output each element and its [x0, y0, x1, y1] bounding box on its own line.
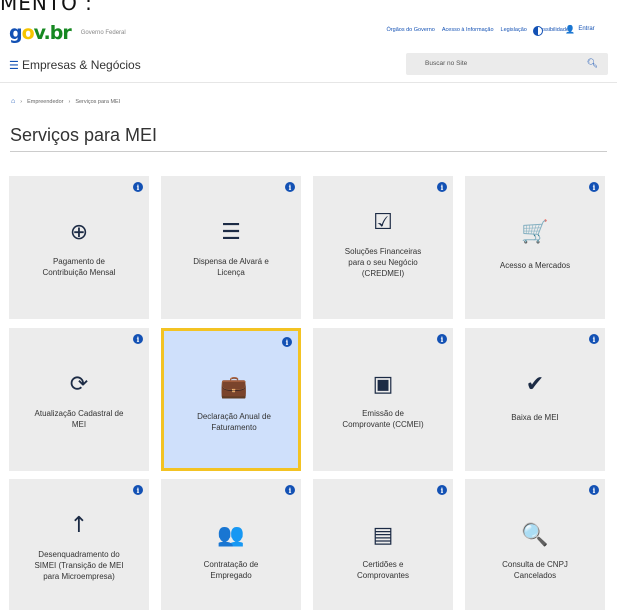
- service-card-label-line: Licença: [217, 268, 245, 277]
- service-card-label-line: Declaração Anual de: [197, 412, 271, 421]
- service-card-label-line: Emissão de: [362, 409, 404, 418]
- menu-icon[interactable]: ☰: [9, 59, 19, 72]
- top-link-legislacao[interactable]: Legislação: [501, 27, 527, 33]
- info-icon[interactable]: i: [133, 334, 143, 344]
- cart-icon: 🛒: [521, 220, 549, 245]
- service-card[interactable]: i ☑ Soluções Financeiras para o seu Negócio…: [313, 176, 453, 319]
- users-icon: 👥: [217, 523, 245, 548]
- service-card-label-line: SIMEI (Transição de MEI: [34, 561, 124, 570]
- title-divider: [10, 151, 607, 152]
- presentation-icon: ▣: [372, 372, 394, 397]
- info-icon[interactable]: i: [437, 334, 447, 344]
- service-card-label-line: Comprovante (CCMEI): [342, 420, 424, 429]
- logo-subtitle: Governo Federal: [80, 30, 126, 36]
- checkbox-icon: ☑: [373, 210, 393, 235]
- info-icon[interactable]: i: [589, 485, 599, 495]
- service-card-label-line: Acesso a Mercados: [499, 261, 571, 270]
- service-card-label-line: Contribuição Mensal: [42, 268, 116, 277]
- cut-off-heading: MENTO :: [0, 0, 93, 15]
- service-card-label: Consulta de CNPJ Cancelados: [470, 559, 600, 581]
- service-card-label-line: Consulta de CNPJ: [502, 560, 568, 569]
- service-card-label-line: Atualização Cadastral de: [34, 409, 124, 418]
- breadcrumb-current: Serviços para MEI: [75, 98, 121, 105]
- service-card[interactable]: i 💼 Declaração Anual de Faturamento: [161, 328, 301, 471]
- service-card-label-line: Desenquadramento do: [38, 550, 120, 559]
- info-icon[interactable]: i: [589, 182, 599, 192]
- double-check-icon: ✔: [525, 372, 545, 397]
- breadcrumb-item[interactable]: Empreendedor: [27, 99, 63, 105]
- service-card-label-line: Comprovantes: [356, 571, 410, 580]
- service-card[interactable]: i 🛒 Acesso a Mercados: [465, 176, 605, 319]
- info-icon[interactable]: i: [282, 337, 292, 347]
- service-card-label: Acesso a Mercados: [470, 260, 600, 271]
- service-card-label-line: Baixa de MEI: [511, 413, 559, 422]
- info-icon[interactable]: i: [285, 485, 295, 495]
- service-card-label-line: Faturamento: [211, 423, 257, 432]
- service-card-label-line: (CREDMEI): [361, 269, 405, 278]
- login-button[interactable]: 👤 Entrar: [556, 21, 604, 37]
- service-card[interactable]: i 👥 Contratação de Empregado: [161, 479, 301, 610]
- sync-icon: ⟳: [69, 372, 89, 397]
- service-card-label: Desenquadramento do SIMEI (Transição de M…: [14, 549, 144, 582]
- service-card-label-line: Dispensa de Alvará e: [193, 257, 269, 266]
- site-header: ☰ Empresas & Negócios Buscar no Site 🔍︎: [0, 48, 617, 83]
- info-icon[interactable]: i: [437, 485, 447, 495]
- search-icon: 🔍: [521, 523, 549, 548]
- info-icon[interactable]: i: [285, 182, 295, 192]
- service-card-label-line: Empregado: [210, 571, 252, 580]
- info-icon[interactable]: i: [133, 485, 143, 495]
- service-card-label: Dispensa de Alvará e Licença: [166, 256, 296, 278]
- breadcrumb: ⌂ › Empreendedor › Serviços para MEI: [11, 98, 121, 105]
- service-card-label-line: Contratação de: [203, 560, 259, 569]
- login-label: Entrar: [578, 26, 595, 32]
- search-placeholder: Buscar no Site: [425, 60, 468, 67]
- service-card-label-line: Pagamento de: [52, 257, 106, 266]
- dollar-search-icon: ⊕: [69, 220, 89, 245]
- arrow-up-icon: ↑: [69, 513, 89, 538]
- service-card[interactable]: i ☰ Dispensa de Alvará e Licença: [161, 176, 301, 319]
- service-card-label: Atualização Cadastral de MEI: [14, 408, 144, 430]
- service-card[interactable]: i ✔ Baixa de MEI: [465, 328, 605, 471]
- search-icon[interactable]: 🔍︎: [587, 58, 598, 69]
- top-link-orgaos[interactable]: Órgãos do Governo: [387, 27, 435, 33]
- home-icon[interactable]: ⌂: [11, 98, 15, 105]
- service-card-label: Certidões e Comprovantes: [318, 559, 448, 581]
- gov-header: gov.br Governo Federal Órgãos do Governo…: [0, 18, 617, 48]
- receipt-icon: ▤: [372, 523, 394, 548]
- service-card[interactable]: i ▤ Certidões e Comprovantes: [313, 479, 453, 610]
- govbr-logo[interactable]: gov.br: [9, 22, 72, 44]
- contrast-icon[interactable]: [533, 26, 543, 36]
- service-card[interactable]: i ↑ Desenquadramento do SIMEI (Transição de…: [9, 479, 149, 610]
- checklist-icon: ☰: [221, 220, 241, 245]
- service-card[interactable]: i 🔍 Consulta de CNPJ Cancelados: [465, 479, 605, 610]
- service-card-label: Declaração Anual de Faturamento: [169, 411, 299, 433]
- user-icon: 👤: [565, 24, 576, 34]
- service-card[interactable]: i ⟳ Atualização Cadastral de MEI: [9, 328, 149, 471]
- service-card-label-line: MEI: [71, 420, 87, 429]
- service-card[interactable]: i ⊕ Pagamento de Contribuição Mensal: [9, 176, 149, 319]
- service-card-label: Emissão de Comprovante (CCMEI): [318, 408, 448, 430]
- top-link-acesso-informacao[interactable]: Acesso à Informação: [442, 27, 494, 33]
- site-name[interactable]: Empresas & Negócios: [22, 58, 141, 72]
- briefcase-clock-icon: 💼: [220, 375, 248, 400]
- service-card-label-line: Cancelados: [513, 571, 557, 580]
- service-card-label-line: para Microempresa): [43, 572, 115, 581]
- service-card-label: Soluções Financeiras para o seu Negócio (C…: [318, 246, 448, 279]
- info-icon[interactable]: i: [133, 182, 143, 192]
- service-card-label: Pagamento de Contribuição Mensal: [14, 256, 144, 278]
- info-icon[interactable]: i: [437, 182, 447, 192]
- service-card-label-line: para o seu Negócio: [348, 258, 418, 267]
- service-card-label: Contratação de Empregado: [166, 559, 296, 581]
- service-card-label-line: Certidões e: [362, 560, 404, 569]
- service-card[interactable]: i ▣ Emissão de Comprovante (CCMEI): [313, 328, 453, 471]
- info-icon[interactable]: i: [589, 334, 599, 344]
- page-title: Serviços para MEI: [10, 125, 158, 145]
- search-input[interactable]: Buscar no Site 🔍︎: [406, 53, 608, 75]
- service-card-label: Baixa de MEI: [470, 412, 600, 423]
- service-card-label-line: Soluções Financeiras: [344, 247, 422, 256]
